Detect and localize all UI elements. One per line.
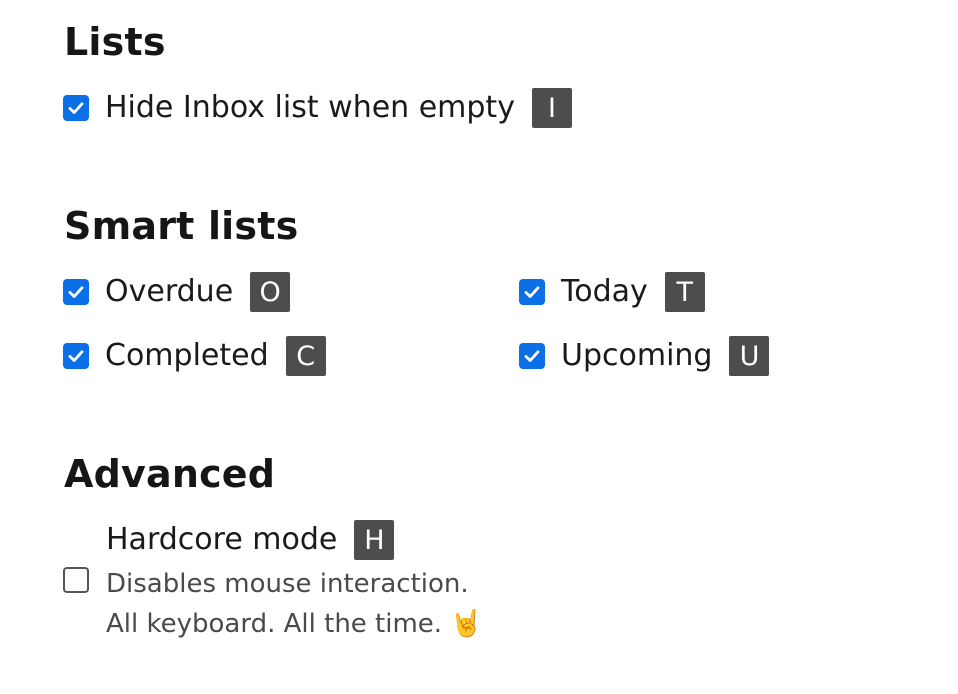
overdue-label: Overdue (105, 274, 234, 309)
hide-inbox-label: Hide Inbox list when empty (105, 90, 515, 125)
today-shortcut-key: T (664, 272, 705, 312)
hide-inbox-checkbox[interactable] (63, 95, 89, 121)
section-title-advanced: Advanced (64, 452, 276, 496)
checkmark-icon (68, 102, 84, 114)
today-label: Today (561, 274, 648, 309)
checkmark-icon (68, 350, 84, 362)
option-hide-inbox[interactable]: Hide Inbox list when empty I (63, 88, 572, 128)
hardcore-mode-description-line1: Disables mouse interaction. (106, 569, 469, 599)
completed-checkbox[interactable] (63, 343, 89, 369)
upcoming-shortcut-key: U (729, 336, 770, 376)
hardcore-mode-checkbox[interactable] (63, 567, 89, 593)
completed-shortcut-key: C (285, 336, 326, 376)
upcoming-label: Upcoming (561, 338, 713, 373)
overdue-shortcut-key: O (250, 272, 291, 312)
upcoming-checkbox[interactable] (519, 343, 545, 369)
section-title-smart-lists: Smart lists (64, 204, 299, 248)
completed-label: Completed (105, 338, 269, 373)
checkmark-icon (68, 286, 84, 298)
hardcore-mode-shortcut-key: H (354, 520, 395, 560)
section-title-lists: Lists (64, 20, 166, 64)
option-hardcore-mode[interactable]: Hardcore mode H (90, 520, 395, 560)
option-completed[interactable]: Completed C (63, 336, 326, 376)
hide-inbox-shortcut-key: I (531, 88, 572, 128)
hardcore-mode-description-line2: All keyboard. All the time. 🤘 (106, 609, 483, 639)
option-today[interactable]: Today T (519, 272, 705, 312)
today-checkbox[interactable] (519, 279, 545, 305)
option-overdue[interactable]: Overdue O (63, 272, 291, 312)
checkmark-icon (524, 286, 540, 298)
settings-page: Lists Hide Inbox list when empty I Smart… (0, 0, 958, 694)
option-upcoming[interactable]: Upcoming U (519, 336, 770, 376)
checkmark-icon (524, 350, 540, 362)
hardcore-mode-label: Hardcore mode (106, 522, 338, 557)
overdue-checkbox[interactable] (63, 279, 89, 305)
